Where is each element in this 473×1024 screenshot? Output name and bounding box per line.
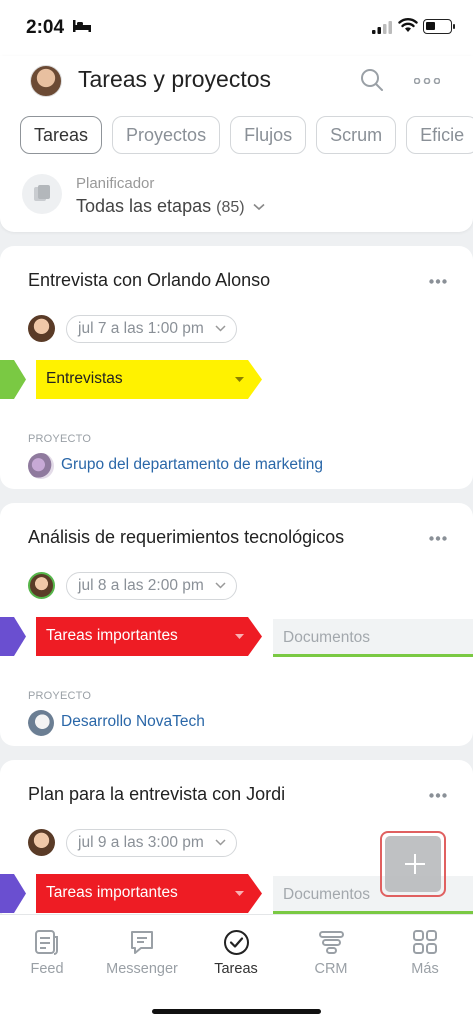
nav-label: CRM	[314, 961, 348, 977]
nav-label: Más	[411, 961, 439, 977]
more-options-icon[interactable]	[414, 78, 440, 84]
grid-icon	[413, 930, 437, 954]
home-indicator	[152, 1009, 321, 1014]
tab-proyectos[interactable]: Proyectos	[112, 116, 221, 154]
nav-label: Tareas	[214, 961, 258, 977]
bottom-navigation: Feed Messenger Tareas CRM Más	[0, 914, 473, 1024]
task-title[interactable]: Plan para la entrevista con Jordi	[28, 784, 285, 805]
deadline-text: jul 8 a las 2:00 pm	[78, 577, 204, 594]
header: Tareas y proyectos Tareas Proyectos Flujos…	[0, 56, 473, 232]
feed-icon	[35, 930, 58, 955]
project-link[interactable]: Desarrollo NovaTech	[61, 713, 205, 731]
deadline-text: jul 7 a las 1:00 pm	[78, 320, 204, 337]
project-label: PROYECTO	[28, 690, 92, 702]
stage-label: Tareas importantes	[46, 627, 178, 644]
wifi-icon	[398, 18, 418, 32]
status-time: 2:04	[26, 17, 65, 38]
planner-value[interactable]: Todas las etapas (85)	[76, 196, 265, 217]
chevron-down-icon	[253, 204, 265, 211]
crm-icon	[318, 931, 344, 954]
deadline-pill[interactable]: jul 7 a las 1:00 pm	[66, 315, 237, 343]
deadline-text: jul 9 a las 3:00 pm	[78, 834, 204, 851]
task-more-icon[interactable]	[429, 793, 447, 798]
stage-selector[interactable]: Entrevistas	[36, 360, 262, 399]
next-stage-label: Documentos	[283, 886, 371, 903]
status-bar: 2:04	[0, 0, 473, 56]
task-title[interactable]: Análisis de requerimientos tecnológicos	[28, 527, 344, 548]
chevron-down-icon	[215, 839, 226, 846]
stage-selector[interactable]: Tareas importantes	[36, 617, 262, 656]
stage-label: Tareas importantes	[46, 884, 178, 901]
previous-stage-marker[interactable]	[0, 874, 26, 913]
nav-label: Messenger	[106, 961, 178, 977]
battery-icon	[423, 19, 455, 34]
tasks-icon	[223, 930, 249, 955]
caret-down-icon	[235, 634, 244, 639]
stage-label: Entrevistas	[46, 370, 123, 387]
page-title: Tareas y proyectos	[78, 66, 272, 92]
caret-down-icon	[235, 377, 244, 382]
responsible-avatar[interactable]	[28, 572, 55, 599]
nav-mas[interactable]: Más	[378, 929, 472, 977]
responsible-avatar[interactable]	[28, 829, 55, 856]
project-link[interactable]: Grupo del departamento de marketing	[61, 456, 323, 474]
planner-label: Planificador	[76, 175, 155, 192]
next-stage[interactable]: Documentos	[273, 619, 473, 657]
deadline-pill[interactable]: jul 8 a las 2:00 pm	[66, 572, 237, 600]
caret-down-icon	[235, 891, 244, 896]
planner-icon	[22, 174, 62, 214]
task-card[interactable]: Entrevista con Orlando Alonso jul 7 a la…	[0, 246, 473, 489]
task-title[interactable]: Entrevista con Orlando Alonso	[28, 270, 270, 291]
nav-messenger[interactable]: Messenger	[95, 929, 189, 977]
nav-tareas[interactable]: Tareas	[189, 929, 283, 977]
plus-icon	[405, 854, 425, 874]
nav-crm[interactable]: CRM	[284, 929, 378, 977]
nav-feed[interactable]: Feed	[0, 929, 94, 977]
chevron-down-icon	[215, 582, 226, 589]
project-label: PROYECTO	[28, 433, 92, 445]
tab-bar: Tareas Proyectos Flujos Scrum Eficie	[20, 116, 473, 154]
task-more-icon[interactable]	[429, 536, 447, 541]
tab-flujos[interactable]: Flujos	[230, 116, 307, 154]
tab-scrum[interactable]: Scrum	[316, 116, 397, 154]
search-icon[interactable]	[360, 68, 384, 92]
chevron-down-icon	[215, 325, 226, 332]
tab-tareas[interactable]: Tareas	[20, 116, 103, 154]
project-avatar	[28, 710, 54, 736]
nav-label: Feed	[30, 961, 64, 977]
deadline-pill[interactable]: jul 9 a las 3:00 pm	[66, 829, 237, 857]
task-more-icon[interactable]	[429, 279, 447, 284]
planner-stage-text: Todas las etapas	[76, 196, 212, 216]
planner-count: (85)	[216, 199, 245, 216]
previous-stage-marker[interactable]	[0, 617, 26, 656]
previous-stage-marker[interactable]	[0, 360, 26, 399]
task-card[interactable]: Análisis de requerimientos tecnológicos …	[0, 503, 473, 746]
tab-eficiencia[interactable]: Eficie	[406, 116, 473, 154]
add-task-button[interactable]	[380, 831, 446, 897]
messenger-icon	[131, 931, 153, 954]
sleep-mode-icon	[73, 20, 91, 32]
signal-icon	[372, 21, 392, 34]
project-avatar	[28, 453, 54, 479]
stage-selector[interactable]: Tareas importantes	[36, 874, 262, 913]
user-avatar[interactable]	[30, 65, 62, 97]
responsible-avatar[interactable]	[28, 315, 55, 342]
next-stage-label: Documentos	[283, 629, 371, 646]
